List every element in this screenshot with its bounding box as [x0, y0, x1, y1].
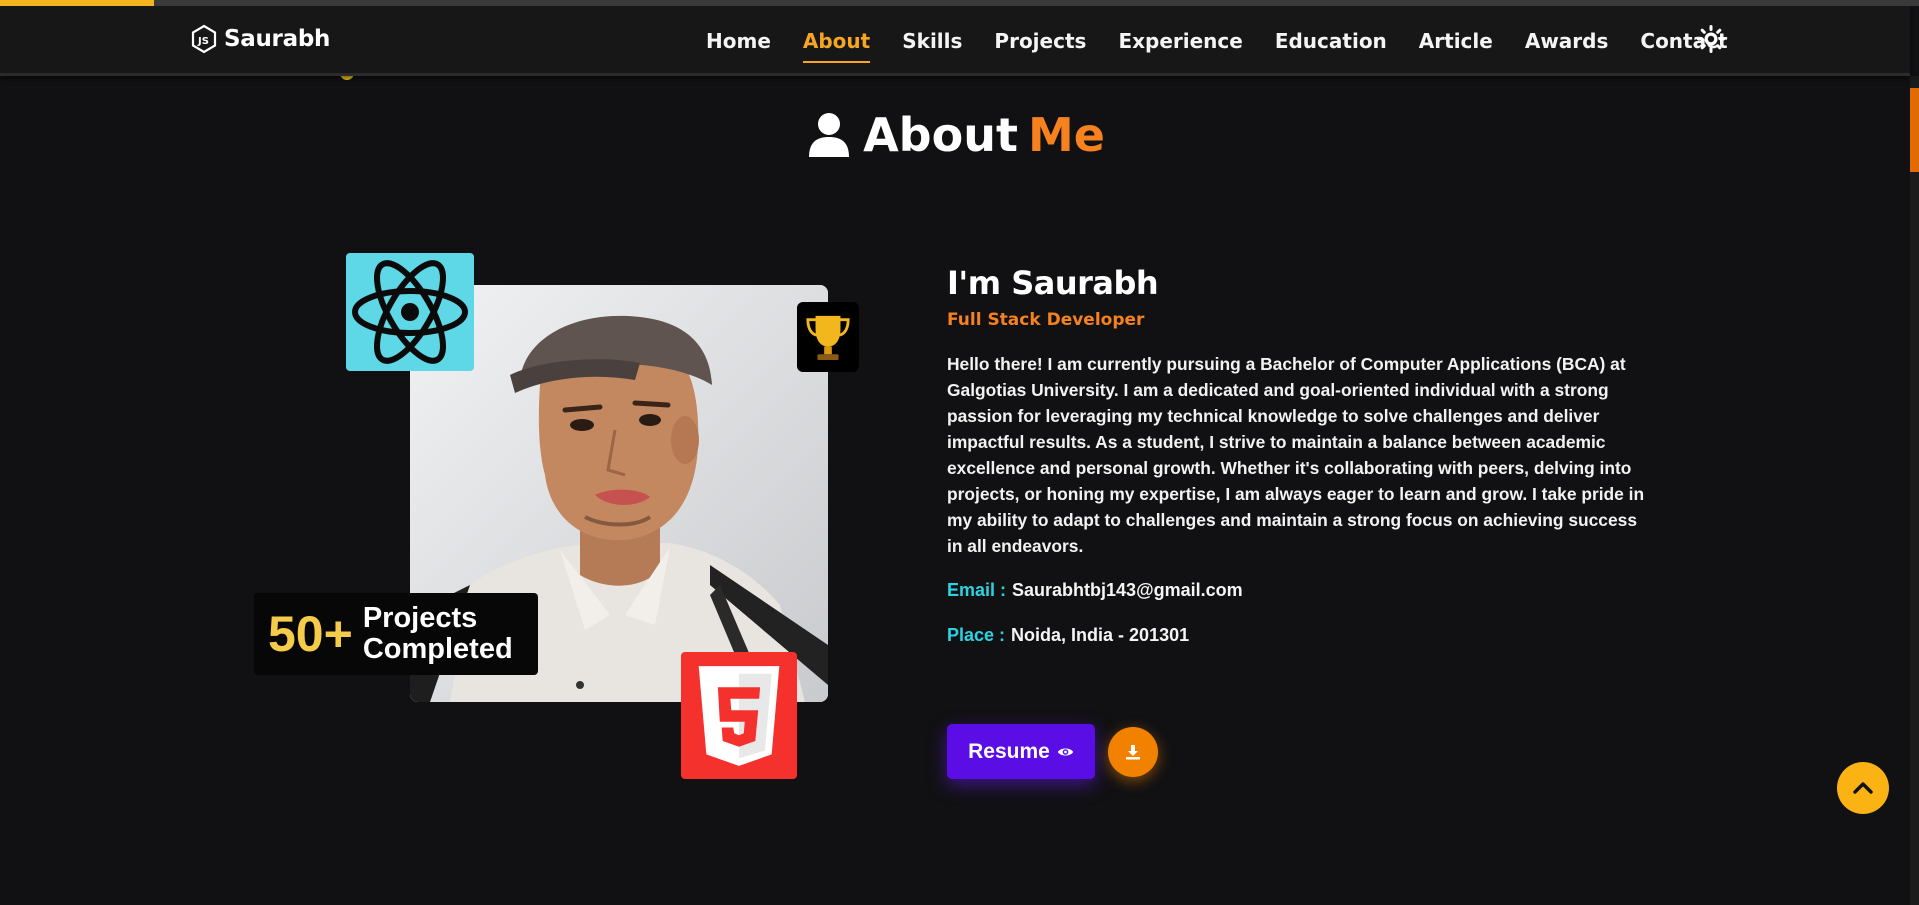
- trophy-icon: [797, 302, 859, 372]
- scroll-progress-bar: [0, 0, 1919, 6]
- email-value[interactable]: Saurabhtbj143@gmail.com: [1012, 580, 1243, 600]
- svg-text:JS: JS: [197, 36, 209, 47]
- js-hexagon-icon: JS: [191, 24, 217, 54]
- scroll-to-top-button[interactable]: [1837, 762, 1889, 814]
- react-icon: [346, 253, 474, 371]
- scrollbar-thumb[interactable]: [1910, 88, 1919, 172]
- projects-count: 50+: [268, 606, 353, 662]
- scroll-progress-fill: [0, 0, 154, 6]
- nav-link-article[interactable]: Article: [1419, 23, 1493, 59]
- resume-label: Resume: [968, 739, 1050, 763]
- nav-link-about[interactable]: About: [802, 23, 871, 63]
- section-title: About Me: [0, 108, 1910, 162]
- download-resume-button[interactable]: [1108, 727, 1158, 777]
- page-scrollbar[interactable]: [1910, 76, 1919, 905]
- chevron-up-icon: [1853, 782, 1873, 794]
- brand-name: Saurabh: [224, 26, 331, 52]
- nav-link-experience[interactable]: Experience: [1118, 23, 1242, 59]
- projects-label: Projects Completed: [362, 602, 513, 665]
- projects-completed-badge: 50+ Projects Completed: [254, 593, 538, 675]
- nav-link-projects[interactable]: Projects: [994, 23, 1086, 59]
- sun-icon[interactable]: [1696, 24, 1726, 54]
- nav-link-awards[interactable]: Awards: [1525, 23, 1609, 59]
- place-value: Noida, India - 201301: [1011, 625, 1190, 645]
- nav-link-home[interactable]: Home: [706, 23, 771, 59]
- resume-button[interactable]: Resume: [947, 724, 1095, 779]
- nav-link-skills[interactable]: Skills: [902, 23, 962, 59]
- email-row: Email : Saurabhtbj143@gmail.com: [947, 580, 1243, 601]
- place-label: Place :: [947, 625, 1006, 645]
- bio-text: Hello there! I am currently pursuing a B…: [947, 354, 1645, 556]
- place-row: Place : Noida, India - 201301: [947, 625, 1189, 646]
- section-title-accent: Me: [1027, 108, 1105, 162]
- intro-name: I'm Saurabh: [947, 264, 1159, 302]
- nav-link-education[interactable]: Education: [1275, 23, 1387, 59]
- nav-links: Home About Skills Projects Experience Educati…: [690, 6, 1744, 76]
- email-label: Email :: [947, 580, 1007, 600]
- section-title-main: About: [863, 108, 1018, 162]
- user-icon: [809, 113, 850, 157]
- html5-icon: [681, 652, 797, 779]
- navbar: JS Saurabh Home About Skills Projects Experi…: [0, 6, 1910, 76]
- intro-role: Full Stack Developer: [947, 310, 1145, 330]
- eye-icon: [1057, 747, 1073, 756]
- download-icon: [1126, 745, 1140, 760]
- brand-logo[interactable]: JS Saurabh: [190, 22, 330, 56]
